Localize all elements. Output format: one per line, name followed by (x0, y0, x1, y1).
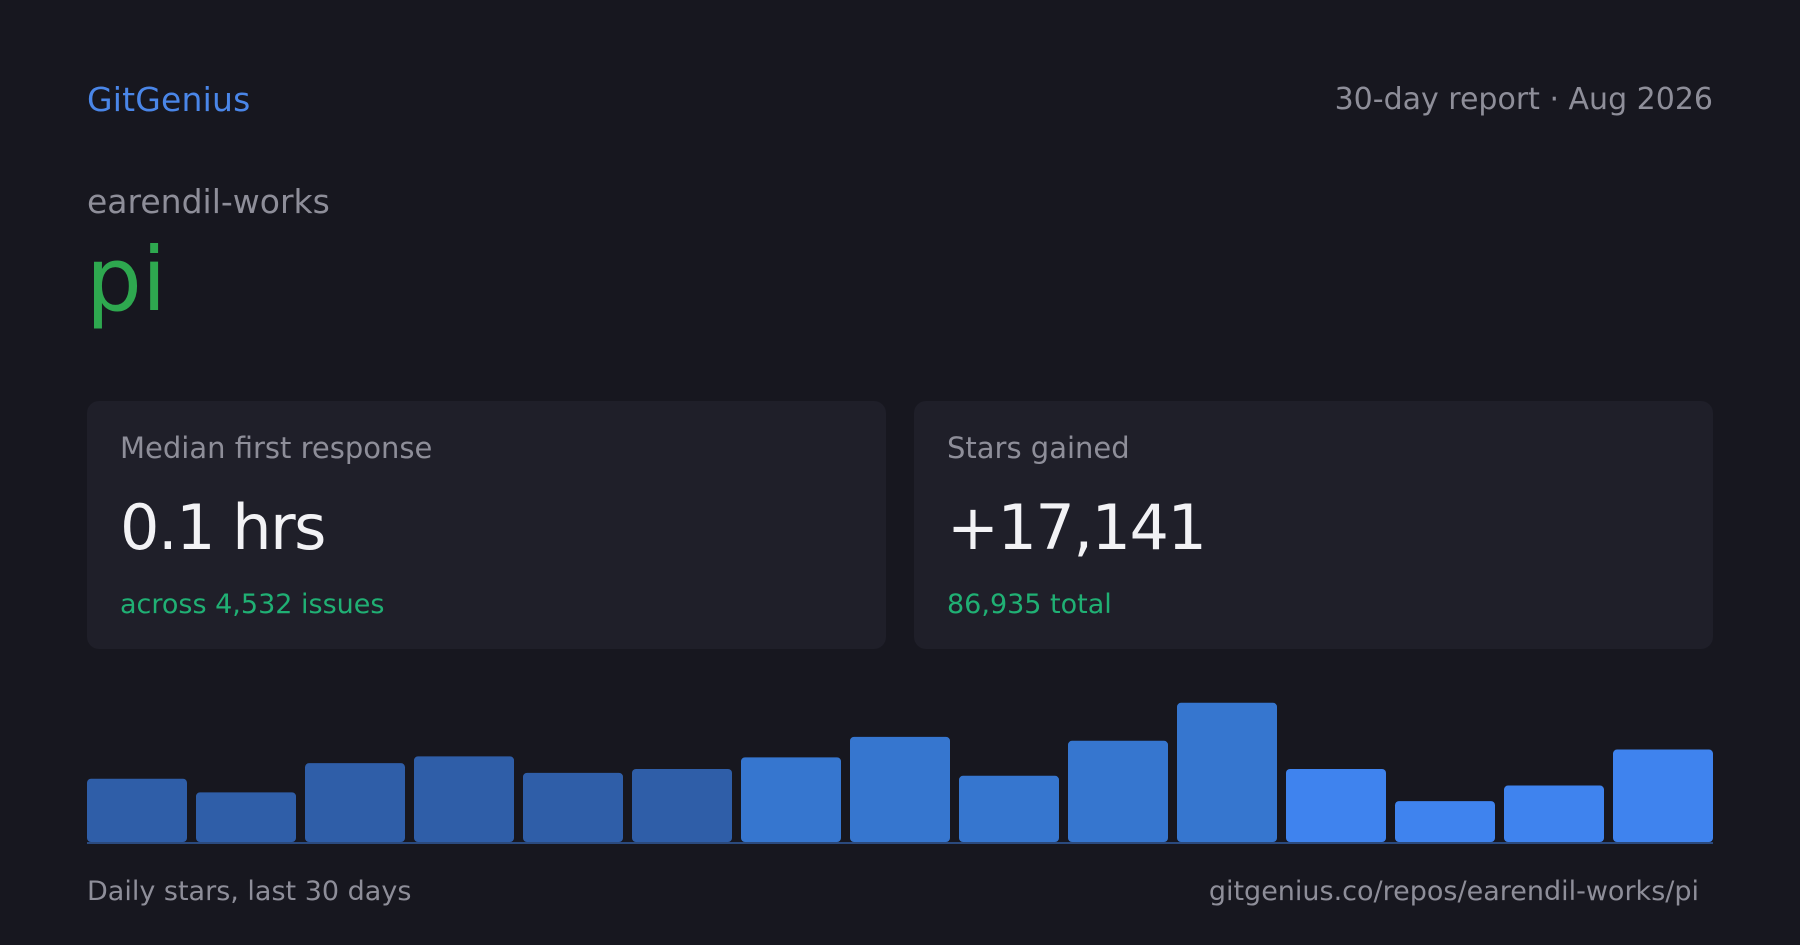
card-value: +17,141 (947, 490, 1207, 564)
chart-bar (305, 763, 405, 842)
chart-bar (1177, 702, 1277, 842)
card-subtext: 86,935 total (947, 588, 1112, 620)
stars-gained-card: Stars gained +17,141 86,935 total (914, 401, 1713, 649)
brand-logo[interactable]: GitGenius (87, 80, 251, 119)
chart-bar (1068, 740, 1168, 842)
card-value: 0.1 hrs (120, 490, 326, 564)
chart-bar (959, 775, 1059, 842)
report-period: 30-day report · Aug 2026 (1334, 82, 1713, 117)
chart-bar (196, 792, 296, 842)
chart-bar (632, 769, 732, 842)
card-label: Median first response (120, 431, 433, 465)
chart-bar (414, 756, 514, 842)
chart-bar (850, 736, 950, 842)
chart-bar (1395, 801, 1495, 842)
chart-baseline (87, 842, 1713, 844)
chart-caption: Daily stars, last 30 days (87, 876, 412, 907)
card-subtext: across 4,532 issues (120, 588, 385, 620)
chart-bar (523, 772, 623, 842)
repo-owner: earendil-works (87, 182, 330, 221)
chart-bar (1613, 749, 1713, 842)
response-time-card: Median first response 0.1 hrs across 4,5… (87, 401, 886, 649)
repo-name: pi (86, 228, 167, 331)
chart-bar (1286, 769, 1386, 842)
chart-bar (1504, 785, 1604, 842)
repo-url-link[interactable]: gitgenius.co/repos/earendil-works/pi (1209, 876, 1699, 907)
daily-stars-chart (87, 690, 1713, 844)
card-label: Stars gained (947, 431, 1130, 465)
chart-bar (741, 757, 841, 842)
chart-bar (87, 778, 187, 842)
